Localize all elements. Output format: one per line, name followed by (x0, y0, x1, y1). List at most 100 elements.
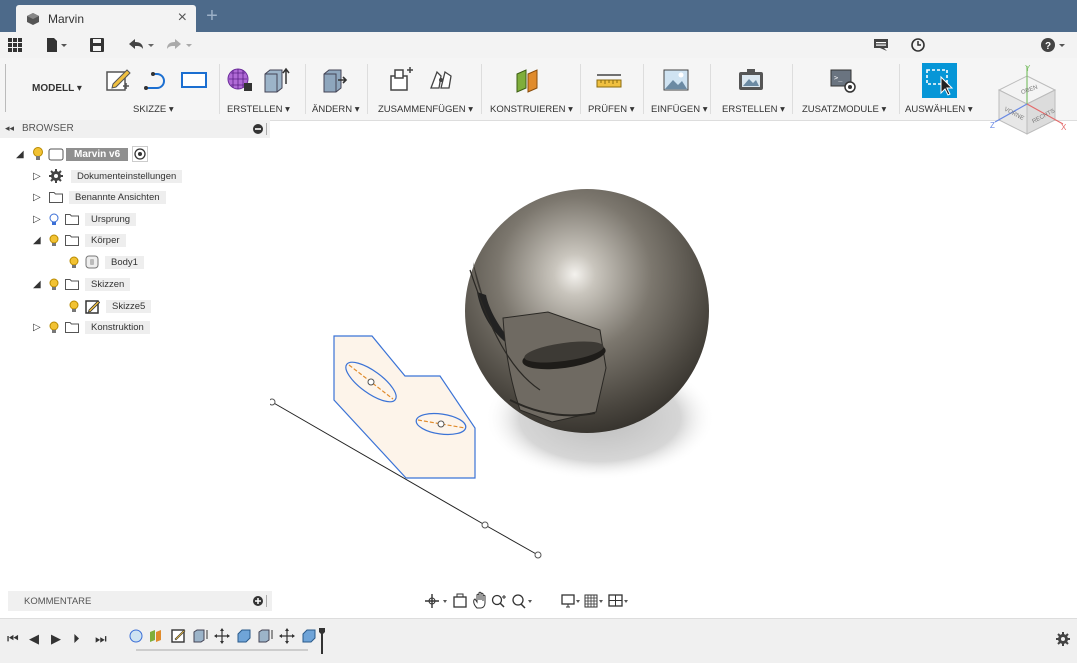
undo-button[interactable] (128, 36, 156, 54)
sphere-body[interactable] (465, 189, 709, 433)
file-menu-button[interactable] (46, 36, 68, 54)
sketch-group-label[interactable]: SKIZZE ▾ (133, 104, 174, 115)
tree-item-sketches[interactable]: ◢ Skizzen (33, 276, 131, 292)
rectangle-tool-icon[interactable] (180, 66, 208, 94)
panel-resize-handle[interactable] (266, 595, 269, 607)
timeline-origin-icon[interactable] (129, 629, 143, 643)
visibility-bulb-icon[interactable] (69, 256, 79, 269)
orbit-icon[interactable] (425, 594, 447, 608)
workspace-label: MODELL ▾ (32, 83, 82, 94)
fit-icon[interactable] (512, 594, 532, 609)
help-button[interactable]: ? (1041, 36, 1067, 54)
render-icon[interactable] (737, 66, 765, 94)
expand-arrow-icon[interactable]: ▷ (33, 192, 43, 203)
go-to-start-icon[interactable]: ⏮ (7, 631, 19, 647)
comments-panel-header[interactable]: KOMMENTARE (8, 591, 272, 611)
expand-arrow-icon[interactable]: ▷ (33, 214, 43, 225)
visibility-bulb-icon[interactable] (32, 147, 44, 161)
visibility-bulb-icon[interactable] (49, 321, 59, 334)
timeline-move2-icon[interactable] (279, 628, 295, 644)
timeline-extrude-icon[interactable] (193, 629, 208, 643)
tree-item-named-views[interactable]: ▷ Benannte Ansichten (33, 189, 166, 205)
step-forward-icon[interactable]: ⏵ (73, 631, 80, 647)
timeline-fillet-icon[interactable] (237, 629, 251, 643)
collapse-arrow-icon[interactable]: ◢ (33, 279, 43, 290)
add-comment-icon[interactable] (253, 596, 263, 606)
job-status-button[interactable] (911, 36, 925, 54)
save-button[interactable] (90, 36, 104, 54)
apps-grid-button[interactable] (8, 36, 22, 54)
sketch-profile[interactable] (333, 335, 476, 479)
visibility-bulb-icon[interactable] (69, 300, 79, 313)
extrude-icon[interactable] (262, 66, 290, 94)
press-pull-icon[interactable] (320, 66, 348, 94)
collapse-panel-icon[interactable]: ◂◂ (5, 123, 14, 134)
viewports-icon[interactable] (608, 594, 628, 607)
expand-arrow-icon[interactable]: ▷ (33, 171, 43, 182)
go-to-end-icon[interactable]: ⏭ (95, 631, 107, 647)
insert-image-icon[interactable] (662, 66, 690, 94)
construct-group-label[interactable]: KONSTRUIEREN ▾ (490, 104, 573, 115)
tree-item-label: Konstruktion (85, 320, 150, 334)
close-tab-button[interactable]: × (178, 9, 187, 27)
tree-item-construction[interactable]: ▷ Konstruktion (33, 319, 150, 335)
select-group-label[interactable]: AUSWÄHLEN ▾ (905, 104, 973, 115)
display-settings-icon[interactable] (561, 594, 580, 608)
step-back-icon[interactable]: ◀ (29, 631, 39, 647)
new-tab-button[interactable]: + (201, 5, 223, 29)
offset-plane-icon[interactable] (514, 66, 542, 94)
redo-button[interactable] (166, 36, 194, 54)
timeline-sketch-icon[interactable] (171, 629, 186, 643)
visibility-bulb-icon[interactable] (49, 234, 59, 247)
tree-item-origin[interactable]: ▷ Ursprung (33, 211, 137, 227)
timeline-extrude2-icon[interactable] (258, 629, 273, 643)
line-tool-icon[interactable] (143, 66, 171, 94)
viewport-canvas[interactable] (270, 120, 970, 590)
scripts-addins-icon[interactable]: >_ (829, 66, 857, 94)
tree-item-document-settings[interactable]: ▷ Dokumenteinstellungen (33, 168, 183, 184)
play-icon[interactable]: ▶ (51, 631, 61, 647)
timeline-shell-icon[interactable] (302, 629, 316, 643)
tree-item-bodies[interactable]: ◢ Körper (33, 232, 126, 248)
browser-header[interactable]: ◂◂ BROWSER (0, 120, 270, 138)
workspace-switcher[interactable]: MODELL ▾ (5, 64, 92, 112)
gear-icon (49, 169, 63, 183)
insert-group-label[interactable]: EINFÜGEN ▾ (651, 104, 708, 115)
expand-arrow-icon[interactable]: ▷ (33, 322, 43, 333)
file-icon (47, 38, 67, 52)
visibility-bulb-icon[interactable] (49, 213, 59, 226)
make-group-label[interactable]: ERSTELLEN ▾ (722, 104, 785, 115)
visibility-bulb-icon[interactable] (49, 278, 59, 291)
browser-minimize-icon[interactable] (253, 124, 263, 134)
joint-icon[interactable] (427, 66, 455, 94)
addins-group-label[interactable]: ZUSATZMODULE ▾ (802, 104, 886, 115)
activate-radio-icon[interactable] (132, 146, 149, 162)
pan-hand-icon[interactable] (473, 591, 486, 609)
collapse-arrow-icon[interactable]: ◢ (16, 149, 26, 160)
browser-root-node[interactable]: ◢ Marvin v6 (16, 146, 149, 162)
timeline-move-icon[interactable] (214, 628, 230, 644)
viewcube[interactable]: OBEN VORNE RECHTS Y X Z (985, 62, 1070, 147)
zoom-icon[interactable] (491, 594, 507, 608)
measure-icon[interactable] (595, 66, 623, 94)
create-sketch-icon[interactable] (105, 66, 133, 94)
assemble-group-label[interactable]: ZUSAMMENFÜGEN ▾ (378, 104, 473, 115)
tree-item-body1[interactable]: Body1 (69, 254, 144, 270)
grid-settings-icon[interactable] (584, 594, 603, 608)
select-tool-icon[interactable] (922, 63, 957, 98)
new-component-icon[interactable] (387, 66, 415, 94)
timeline-plane-icon[interactable] (150, 630, 161, 642)
document-tab[interactable]: Marvin × (16, 5, 196, 32)
panel-resize-handle[interactable] (266, 123, 269, 135)
timeline-marker[interactable] (319, 628, 325, 654)
inspect-group-label[interactable]: PRÜFEN ▾ (588, 104, 634, 115)
modify-group-label[interactable]: ÄNDERN ▾ (312, 104, 360, 115)
create-group-label[interactable]: ERSTELLEN ▾ (227, 104, 290, 115)
timeline-features[interactable] (128, 626, 328, 656)
look-at-icon[interactable] (453, 593, 467, 608)
comments-button[interactable] (874, 36, 888, 54)
create-form-icon[interactable] (226, 66, 254, 94)
timeline-settings-gear-icon[interactable] (1056, 632, 1070, 646)
tree-item-sketch5[interactable]: Skizze5 (69, 298, 152, 314)
collapse-arrow-icon[interactable]: ◢ (33, 235, 43, 246)
